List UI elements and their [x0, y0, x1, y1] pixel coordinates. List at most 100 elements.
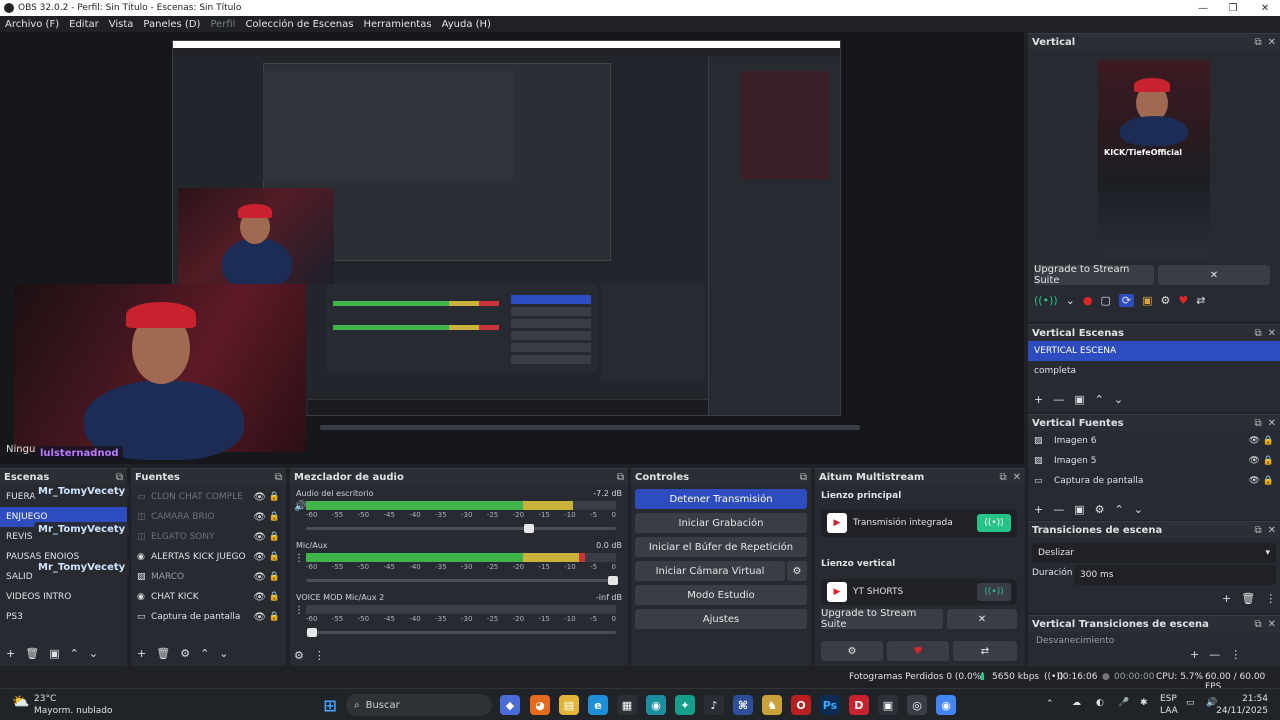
lang-bottom[interactable]: LAA [1160, 706, 1178, 716]
vertical-source-item[interactable]: ▨ Imagen 5 👁 🔒 [1028, 451, 1280, 471]
gear-icon[interactable]: ⚙ [180, 647, 190, 660]
record-icon[interactable]: ● [1083, 294, 1093, 307]
menu-editar[interactable]: Editar [64, 19, 104, 30]
move-down-icon[interactable]: ⌄ [1134, 503, 1143, 516]
heart-icon[interactable]: ♥ [887, 641, 949, 661]
remove-icon[interactable]: — [1209, 648, 1220, 661]
store-icon[interactable]: ▦ [617, 695, 637, 715]
share-icon[interactable]: ⇄ [953, 641, 1017, 661]
stream-icon[interactable]: ((•)) [1034, 294, 1058, 307]
settings-button[interactable]: Ajustes [635, 609, 807, 629]
stream-toggle-button[interactable]: ((•)) [977, 583, 1011, 601]
menu-vista[interactable]: Vista [104, 19, 139, 30]
screenshot-icon[interactable]: ▣ [1142, 294, 1152, 307]
close-icon[interactable]: ✕ [1268, 525, 1276, 536]
app-icon[interactable]: ◉ [646, 695, 666, 715]
move-down-icon[interactable]: ⌄ [89, 647, 98, 660]
source-item[interactable]: ▭ Captura de pantalla 👁 🔒 [131, 607, 286, 627]
replay-buffer-button[interactable]: Iniciar el Búfer de Repetición [635, 537, 807, 557]
app-icon[interactable]: ✦ [675, 695, 695, 715]
volume-slider[interactable] [306, 628, 616, 637]
add-icon[interactable]: + [1190, 648, 1199, 661]
vertical-source-item[interactable]: ▨ Imagen 6 👁 🔒 [1028, 431, 1280, 451]
source-item[interactable]: ◫ ELGATO SONY 👁 🔒 [131, 527, 286, 547]
upgrade-button[interactable]: Upgrade to Stream Suite [1034, 264, 1154, 286]
menu-icon[interactable]: ⋮ [1265, 592, 1276, 605]
preview-scrollbar[interactable] [320, 425, 860, 430]
move-up-icon[interactable]: ⌃ [200, 647, 209, 660]
mic-icon[interactable]: 🎤 [1118, 698, 1129, 708]
mixer-settings-icon[interactable]: ⚙ [294, 649, 304, 662]
studio-mode-button[interactable]: Modo Estudio [635, 585, 807, 605]
cloud-icon[interactable]: ☁ [1072, 698, 1081, 708]
game-icon[interactable]: ♞ [762, 695, 782, 715]
remove-icon[interactable]: — [1053, 393, 1064, 406]
close-icon[interactable]: ✕ [1268, 418, 1276, 429]
chrome-icon[interactable]: ◉ [936, 695, 956, 715]
taskbar-search[interactable]: ⌕ Buscar [346, 694, 492, 716]
gear-icon[interactable]: ⚙ [1095, 503, 1105, 516]
upgrade-button[interactable]: Upgrade to Stream Suite [821, 608, 943, 630]
square-icon[interactable]: ▢ [1100, 294, 1110, 307]
bluetooth-icon[interactable]: ✱ [1140, 698, 1148, 708]
vertical-scene-item[interactable]: completa [1028, 361, 1280, 381]
chevron-up-icon[interactable]: ⌃ [1046, 699, 1054, 709]
close-window-icon[interactable]: ✕ [1250, 0, 1280, 16]
undock-icon[interactable]: ⧉ [1254, 525, 1261, 536]
undock-icon[interactable]: ⧉ [617, 472, 624, 483]
move-up-icon[interactable]: ⌃ [70, 647, 79, 660]
clock-time[interactable]: 21:54 [1226, 694, 1268, 704]
source-item[interactable]: ◫ CAMARA BRIO 👁 🔒 [131, 507, 286, 527]
volume-slider-knob[interactable] [607, 576, 618, 585]
move-down-icon[interactable]: ⌄ [219, 647, 228, 660]
start-record-button[interactable]: Iniciar Grabación [635, 513, 807, 533]
opera-icon[interactable]: O [791, 695, 811, 715]
menu-icon[interactable]: ⋮ [1230, 648, 1241, 661]
source-item[interactable]: ◉ ALERTAS KICK JUEGO 👁 🔒 [131, 547, 286, 567]
stop-stream-button[interactable]: Detener Transmisión [635, 489, 807, 509]
firefox-icon[interactable]: ◕ [530, 695, 550, 715]
undock-icon[interactable]: ⧉ [1254, 619, 1261, 630]
clock-date[interactable]: 24/11/2025 [1216, 706, 1268, 716]
add-icon[interactable]: + [1034, 503, 1043, 516]
add-scene-icon[interactable]: + [6, 647, 15, 660]
scene-filter-icon[interactable]: ▣ [49, 647, 59, 660]
filter-icon[interactable]: ▣ [1074, 393, 1084, 406]
delete-icon[interactable]: 🗑 [1241, 592, 1255, 605]
volume-slider-knob[interactable] [524, 524, 535, 533]
menu-herramientas[interactable]: Herramientas [358, 19, 436, 30]
share-icon[interactable]: ⇄ [1196, 294, 1205, 307]
move-up-icon[interactable]: ⌃ [1095, 393, 1104, 406]
minimize-icon[interactable]: — [1188, 0, 1218, 16]
close-icon[interactable]: ✕ [1268, 328, 1276, 339]
heart-icon[interactable]: ♥ [1178, 294, 1188, 307]
volume-slider[interactable] [306, 576, 618, 585]
volume-icon[interactable]: 🔊 [294, 501, 306, 512]
menu-ayuda[interactable]: Ayuda (H) [437, 19, 496, 30]
main-preview[interactable]: lulsternadnod Ningu [0, 32, 1024, 464]
virtual-camera-button[interactable]: Iniciar Cámara Virtual [635, 561, 785, 581]
close-icon[interactable]: ✕ [1268, 619, 1276, 630]
mixer-menu-icon[interactable]: ⋮ [314, 649, 325, 662]
davinci-icon[interactable]: D [849, 695, 869, 715]
duration-input[interactable]: 300 ms [1074, 565, 1276, 585]
replay-icon[interactable]: ⟳ [1118, 294, 1135, 307]
close-icon[interactable]: ✕ [1013, 472, 1021, 483]
gear-icon[interactable]: ⚙ [1161, 294, 1171, 307]
file-explorer-icon[interactable]: ▤ [559, 695, 579, 715]
menu-archivo[interactable]: Archivo (F) [0, 19, 64, 30]
source-item[interactable]: ◉ CHAT KICK 👁 🔒 [131, 587, 286, 607]
undock-icon[interactable]: ⧉ [999, 472, 1006, 483]
copilot-icon[interactable]: ◆ [500, 695, 520, 715]
photoshop-icon[interactable]: Ps [820, 695, 840, 715]
vertical-scene-item[interactable]: VERTICAL ESCENA [1028, 341, 1280, 361]
close-icon[interactable]: ✕ [1158, 265, 1270, 285]
vertical-transition-select[interactable]: Desvanecimiento [1036, 636, 1114, 645]
scene-item[interactable]: VIDEOS INTRO [0, 587, 127, 607]
undock-icon[interactable]: ⧉ [116, 472, 123, 483]
transition-select[interactable]: Deslizar ▾ [1032, 543, 1276, 563]
filter-icon[interactable]: ▣ [1074, 503, 1084, 516]
move-up-icon[interactable]: ⌃ [1115, 503, 1124, 516]
scene-item[interactable]: PS3 [0, 607, 127, 627]
delete-scene-icon[interactable]: 🗑 [25, 647, 39, 660]
